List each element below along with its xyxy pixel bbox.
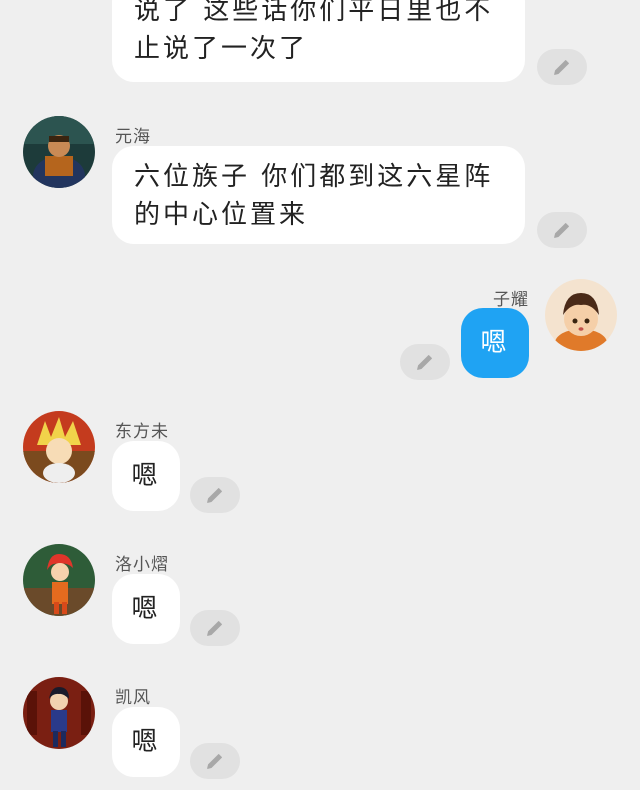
message-text: 嗯 xyxy=(131,594,161,624)
sender-name: 凯风 xyxy=(115,688,151,708)
edit-button[interactable] xyxy=(400,344,450,380)
message-text: 说了 这些话你们平日里也不止说了一次了 xyxy=(134,0,494,64)
message-text: 六位族子 你们都到这六星阵的中心位置来 xyxy=(134,162,494,230)
edit-button[interactable] xyxy=(190,477,240,513)
pencil-icon xyxy=(417,355,432,370)
avatar[interactable] xyxy=(23,411,95,483)
edit-button[interactable] xyxy=(537,49,587,85)
edit-button[interactable] xyxy=(190,743,240,779)
message-text: 嗯 xyxy=(131,727,161,757)
edit-button[interactable] xyxy=(537,212,587,248)
message-bubble[interactable]: 六位族子 你们都到这六星阵的中心位置来 xyxy=(112,146,525,244)
avatar[interactable] xyxy=(23,116,95,188)
sender-name: 子耀 xyxy=(493,290,529,310)
message-bubble[interactable]: 嗯 xyxy=(112,441,180,511)
pencil-icon xyxy=(207,754,222,769)
avatar[interactable] xyxy=(23,677,95,749)
edit-button[interactable] xyxy=(190,610,240,646)
avatar[interactable] xyxy=(545,279,617,351)
pencil-icon xyxy=(554,223,569,238)
pencil-icon xyxy=(207,621,222,636)
message-bubble[interactable]: 嗯 xyxy=(112,707,180,777)
sender-name: 洛小熠 xyxy=(115,555,169,575)
message-bubble[interactable]: 嗯 xyxy=(112,574,180,644)
message-bubble[interactable]: 说了 这些话你们平日里也不止说了一次了 xyxy=(112,0,525,82)
avatar[interactable] xyxy=(23,544,95,616)
sender-name: 东方未 xyxy=(115,422,169,442)
sender-name: 元海 xyxy=(115,127,151,147)
pencil-icon xyxy=(207,488,222,503)
chat-thread: 说了 这些话你们平日里也不止说了一次了 元海 六位族子 你们都到这六星阵的中心位… xyxy=(0,0,640,790)
message-text: 嗯 xyxy=(131,461,161,491)
message-bubble[interactable]: 嗯 xyxy=(461,308,529,378)
message-text: 嗯 xyxy=(480,328,510,358)
pencil-icon xyxy=(554,60,569,75)
